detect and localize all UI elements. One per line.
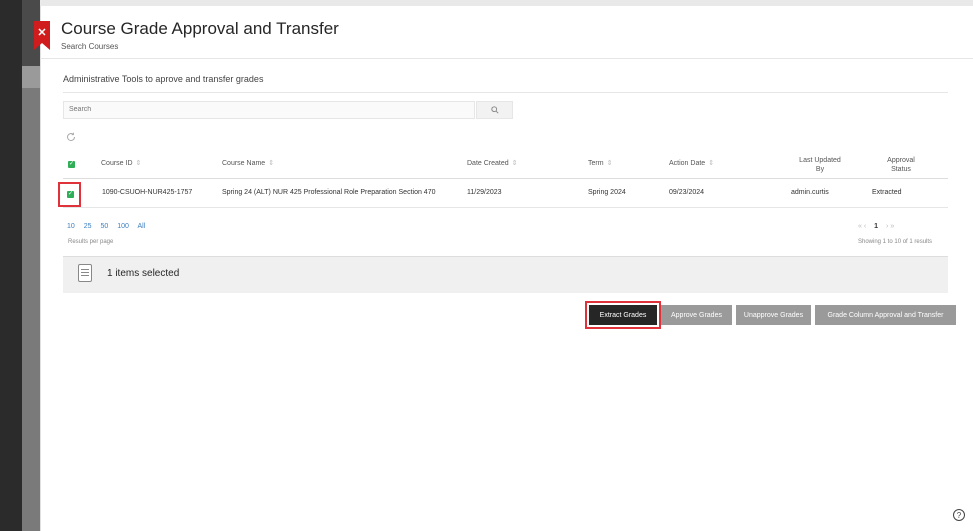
- page-size-option[interactable]: All: [138, 223, 146, 230]
- column-header-action-date[interactable]: Action Date ⇕: [669, 159, 714, 167]
- column-label: Course ID: [101, 160, 133, 167]
- column-label: Status: [891, 166, 911, 173]
- table-header-divider: [63, 178, 948, 179]
- first-page-icon[interactable]: «: [858, 223, 862, 230]
- column-label: Approval: [887, 157, 915, 164]
- cell-action-date: 09/23/2024: [669, 189, 705, 196]
- page-subtitle: Search Courses: [61, 42, 119, 51]
- search-input[interactable]: [63, 101, 475, 119]
- column-label: Term: [588, 160, 604, 167]
- next-page-icon[interactable]: ›: [886, 223, 888, 230]
- column-header-last-updated-by[interactable]: Last Updated By: [785, 156, 855, 174]
- sort-icon: ⇕: [606, 160, 613, 167]
- background-left-gray: [22, 66, 40, 531]
- refresh-button[interactable]: [66, 132, 76, 145]
- close-icon: ✕: [37, 26, 47, 39]
- background-tab-area: [22, 66, 40, 88]
- pagination-controls: « ‹ 1 › »: [858, 223, 894, 230]
- selection-count: 1 items selected: [107, 268, 180, 279]
- column-header-approval-status[interactable]: Approval Status: [866, 156, 936, 174]
- extract-grades-button[interactable]: Extract Grades: [589, 305, 657, 325]
- row-checkbox[interactable]: ✓: [67, 191, 74, 198]
- column-label: Last Updated: [799, 157, 841, 164]
- page-title: Course Grade Approval and Transfer: [61, 19, 339, 38]
- cell-course-name[interactable]: Spring 24 (ALT) NUR 425 Professional Rol…: [222, 189, 435, 196]
- last-page-icon[interactable]: »: [890, 223, 894, 230]
- check-icon: ✓: [67, 191, 74, 197]
- cell-course-id: 1090-CSUOH-NUR425-1757: [102, 189, 193, 196]
- column-header-course-name[interactable]: Course Name ⇕: [222, 159, 274, 167]
- page-size-option[interactable]: 10: [67, 223, 75, 230]
- results-per-page-label: Results per page: [68, 239, 114, 245]
- column-label: By: [815, 166, 825, 173]
- document-icon: [78, 264, 92, 282]
- search-button[interactable]: [476, 101, 513, 119]
- refresh-icon: [67, 132, 76, 142]
- selection-bar: [63, 256, 948, 293]
- column-header-course-id[interactable]: Course ID ⇕: [101, 159, 141, 167]
- cell-date-created: 11/29/2023: [467, 189, 502, 196]
- help-button[interactable]: ?: [953, 509, 965, 521]
- column-label: Action Date: [669, 160, 706, 167]
- grade-column-approval-transfer-button[interactable]: Grade Column Approval and Transfer: [815, 305, 956, 325]
- page-size-option[interactable]: 50: [101, 223, 109, 230]
- divider: [63, 92, 948, 93]
- prev-page-icon[interactable]: ‹: [864, 223, 866, 230]
- close-panel-button[interactable]: ✕: [34, 21, 50, 50]
- sort-icon: ⇕: [268, 160, 275, 167]
- sort-icon: ⇕: [708, 160, 715, 167]
- cell-term: Spring 2024: [588, 189, 626, 196]
- column-header-date-created[interactable]: Date Created ⇕: [467, 159, 518, 167]
- help-icon: ?: [956, 510, 962, 520]
- cell-approval-status: Extracted: [872, 189, 902, 196]
- page-size-option[interactable]: 25: [84, 223, 92, 230]
- description-text: Administrative Tools to aprove and trans…: [63, 74, 264, 84]
- results-per-page-options: 10 25 50 100 All: [67, 223, 152, 230]
- approve-grades-button[interactable]: Approve Grades: [661, 305, 732, 325]
- column-header-term[interactable]: Term ⇕: [588, 159, 612, 167]
- current-page[interactable]: 1: [874, 223, 878, 230]
- column-label: Course Name: [222, 160, 266, 167]
- sort-icon: ⇕: [135, 160, 142, 167]
- unapprove-grades-button[interactable]: Unapprove Grades: [736, 305, 811, 325]
- table-row-divider: [63, 207, 948, 208]
- results-summary: Showing 1 to 10 of 1 results: [858, 239, 933, 245]
- column-label: Date Created: [467, 160, 509, 167]
- cell-last-updated-by: admin.curtis: [791, 189, 829, 196]
- search-icon: [490, 106, 499, 114]
- background-left-dark: [0, 0, 22, 531]
- divider: [40, 58, 973, 59]
- select-all-checkbox[interactable]: ✓: [68, 161, 75, 168]
- check-icon: ✓: [68, 161, 75, 167]
- sort-icon: ⇕: [511, 160, 518, 167]
- page-size-option[interactable]: 100: [117, 223, 129, 230]
